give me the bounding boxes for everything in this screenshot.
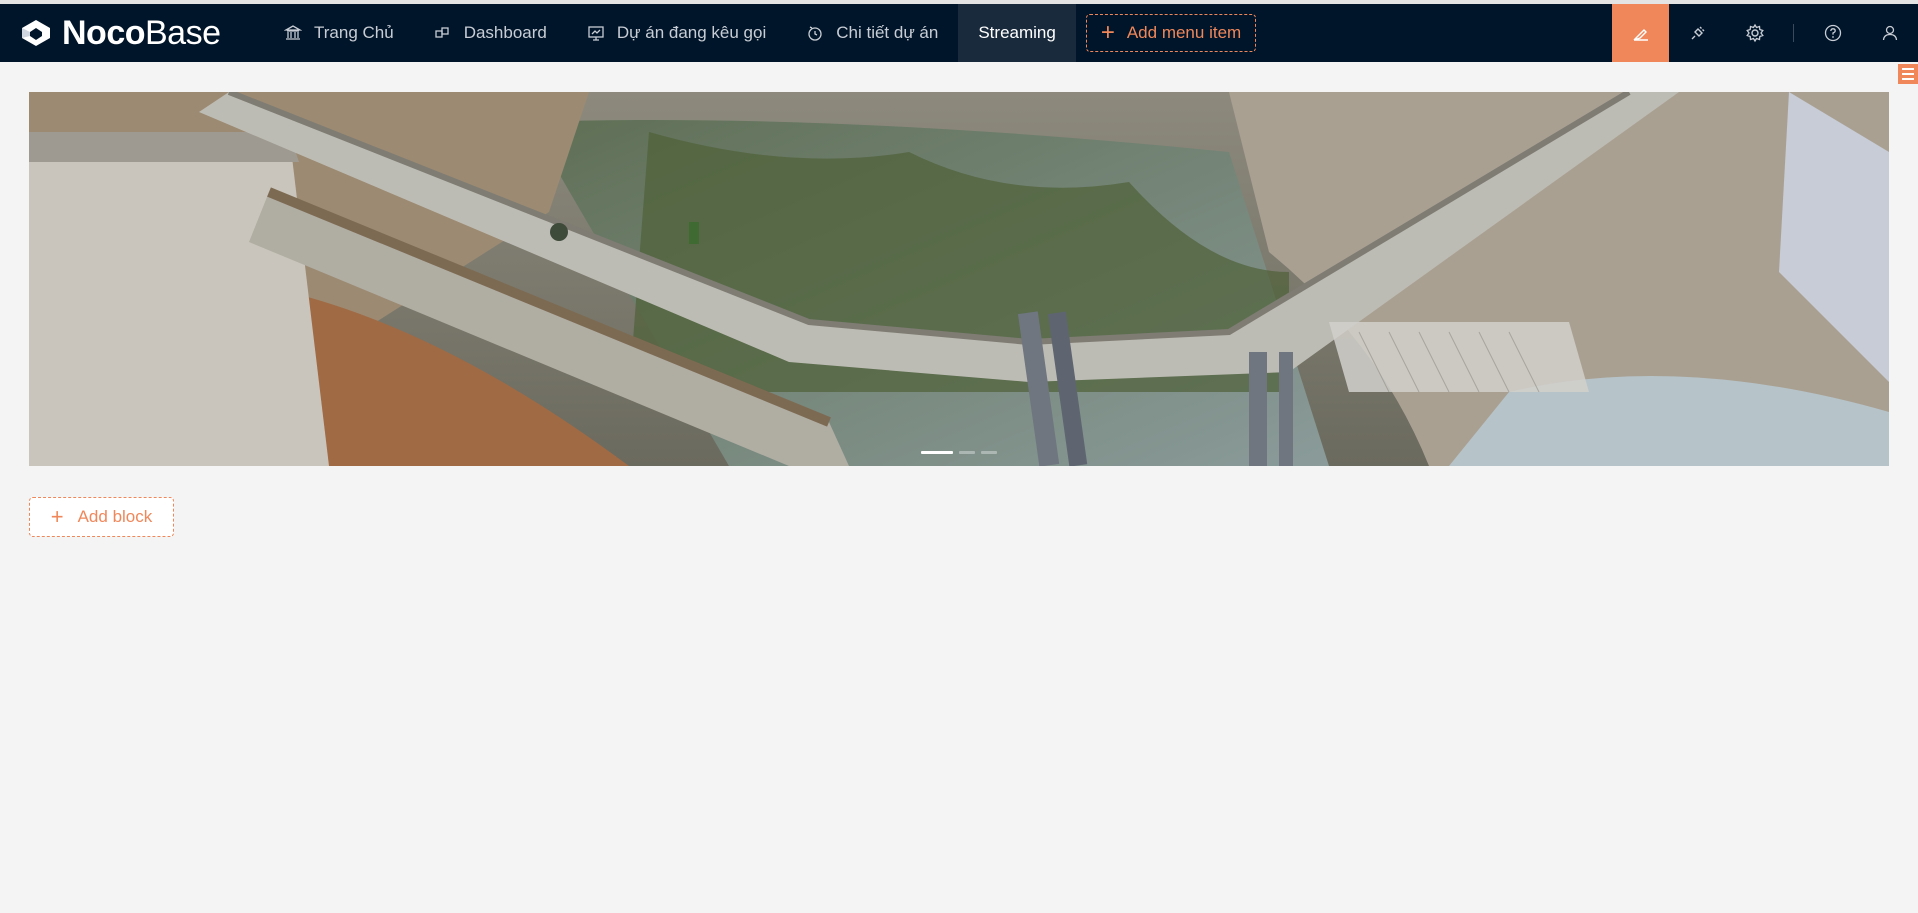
menu-icon xyxy=(1902,68,1914,70)
block-settings-handle[interactable] xyxy=(1898,64,1918,84)
toolbar-divider xyxy=(1793,24,1794,42)
menu-item-label: Trang Chủ xyxy=(314,23,394,42)
ui-editor-button[interactable] xyxy=(1612,4,1669,62)
settings-button[interactable] xyxy=(1726,4,1783,62)
plugin-icon xyxy=(1691,26,1704,40)
plus-icon: + xyxy=(50,504,64,529)
main-menu: Trang Chủ Dashboard Dự án đang kêu gọi C… xyxy=(264,4,1257,62)
carousel-dot[interactable] xyxy=(921,451,953,454)
highlight-icon xyxy=(1632,29,1648,41)
user-icon xyxy=(1882,25,1897,41)
help-button[interactable] xyxy=(1804,4,1861,62)
menu-item-label: Dự án đang kêu gọi xyxy=(616,23,767,42)
add-menu-item-button[interactable]: + Add menu item xyxy=(1085,14,1257,52)
menu-item-trang-chu[interactable]: Trang Chủ xyxy=(264,4,414,62)
menu-item-streaming[interactable]: Streaming xyxy=(958,4,1076,62)
right-toolbar xyxy=(1612,4,1918,62)
menu-item-label: Streaming xyxy=(978,23,1056,42)
question-icon xyxy=(1824,24,1841,42)
nocobase-logo-icon xyxy=(22,20,50,46)
menu-item-label: Dashboard xyxy=(463,23,547,42)
add-block-button[interactable]: + Add block xyxy=(29,497,174,537)
carousel-dot[interactable] xyxy=(959,451,975,454)
user-menu-button[interactable] xyxy=(1861,4,1918,62)
setting-icon xyxy=(1745,23,1764,43)
menu-item-chi-tiet-du-an[interactable]: Chi tiết dự án xyxy=(786,4,958,62)
plus-icon: + xyxy=(1100,19,1115,46)
menu-item-label: Chi tiết dự án xyxy=(836,23,939,42)
collapsed-bridge-image xyxy=(29,92,1889,466)
fund-projection-icon xyxy=(587,24,605,42)
logo[interactable]: NocoBase xyxy=(18,4,236,62)
bank-icon xyxy=(284,24,302,42)
top-navbar: NocoBase Trang Chủ Dashboard Dự án đang … xyxy=(0,4,1918,62)
add-block-label: Add block xyxy=(77,507,153,526)
menu-item-du-an-dang-keu-goi[interactable]: Dự án đang kêu gọi xyxy=(567,4,786,62)
block-icon xyxy=(434,24,452,42)
carousel-dot[interactable] xyxy=(981,451,997,454)
plugin-manager-button[interactable] xyxy=(1669,4,1726,62)
logo-text: NocoBase xyxy=(62,13,221,52)
menu-item-dashboard[interactable]: Dashboard xyxy=(414,4,567,62)
add-menu-item-label: Add menu item xyxy=(1126,23,1242,42)
clock-icon xyxy=(806,24,824,42)
carousel-dots xyxy=(29,451,1889,454)
carousel-block[interactable] xyxy=(29,92,1889,466)
